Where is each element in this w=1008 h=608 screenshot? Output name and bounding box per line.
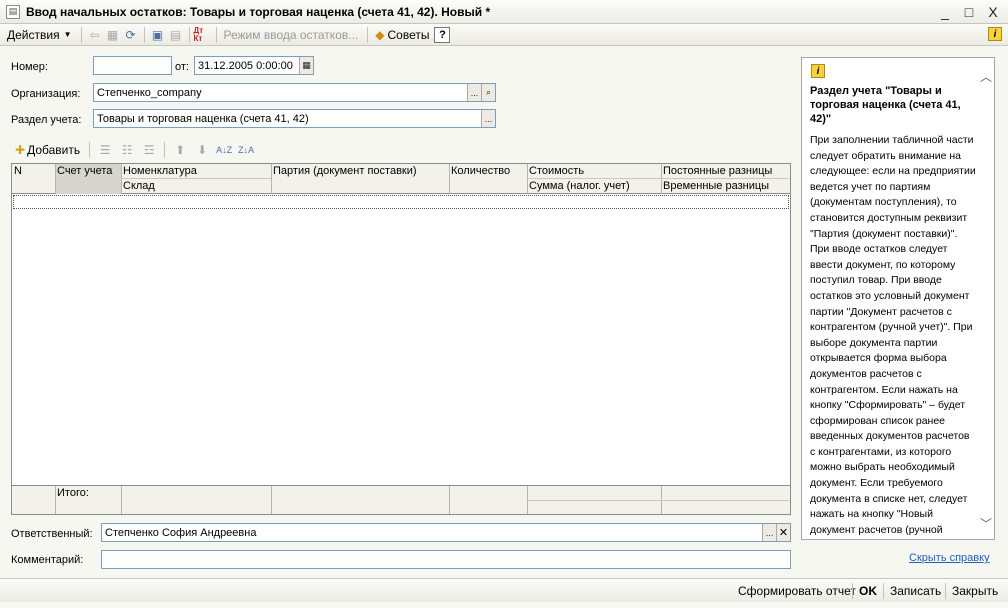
clear-icon[interactable]: ✕ [776, 524, 790, 541]
responsible-label: Ответственный: [11, 528, 93, 540]
column-divider [121, 486, 122, 514]
toolbar-separator [367, 26, 369, 43]
column-header-permanent-diff[interactable]: Постоянные разницы [661, 164, 790, 179]
advice-label: Советы [387, 27, 430, 42]
current-row-marker[interactable] [13, 195, 789, 209]
button-separator [945, 583, 946, 599]
toolbar-separator [89, 142, 91, 158]
title-bar: ▤ Ввод начальных остатков: Товары и торг… [0, 0, 1008, 24]
date-field[interactable]: 31.12.2005 0:00:00 ▦ [194, 56, 314, 75]
window-controls: _ □ X [936, 3, 1002, 21]
save-button[interactable]: Записать [890, 582, 941, 600]
toolbar-separator [188, 26, 190, 43]
column-header-temporary-diff[interactable]: Временные разницы [661, 179, 790, 194]
toolbar-separator [80, 26, 82, 43]
column-header-tax-sum[interactable]: Сумма (налог. учет) [527, 179, 661, 194]
column-header-account[interactable]: Счет учета [55, 164, 121, 179]
advice-button[interactable]: ◆ Советы [372, 26, 432, 44]
dt-kt-icon[interactable]: Дт Кт [194, 26, 212, 44]
delete-row-icon[interactable]: ☲ [138, 141, 160, 159]
search-icon[interactable]: ⌕ [481, 84, 495, 101]
comment-field[interactable] [101, 550, 791, 569]
help-scrollbar[interactable]: ︿ ﹀ [978, 58, 994, 539]
back-arrow-icon[interactable]: ⇦ [86, 26, 104, 44]
ok-button[interactable]: OK [859, 582, 877, 600]
toolbar-separator [143, 26, 145, 43]
column-header-n[interactable]: N [12, 164, 55, 179]
move-down-icon[interactable]: ⬇ [191, 141, 213, 159]
help-panel[interactable]: i Раздел учета "Товары и торговая наценк… [801, 57, 995, 540]
column-header-nomenclature[interactable]: Номенклатура [121, 164, 271, 179]
close-window-button[interactable]: X [984, 3, 1002, 21]
window-title: Ввод начальных остатков: Товары и торгов… [26, 4, 491, 19]
responsible-field[interactable]: Степченко София Андреевна ... ✕ [101, 523, 791, 542]
responsible-value: Степченко София Андреевна [105, 526, 257, 539]
button-separator [852, 583, 853, 599]
add-label: Добавить [27, 143, 81, 157]
help-info-icon: i [811, 64, 825, 78]
total-label: Итого: [57, 487, 89, 499]
section-label: Раздел учета: [11, 114, 82, 126]
help-body: При заполнении табличной части следует о… [810, 134, 976, 536]
section-field[interactable]: Товары и торговая наценка (счета 41, 42)… [93, 109, 496, 128]
generate-report-button[interactable]: Сформировать отчет [738, 582, 856, 600]
main-toolbar: Действия ▼ ⇦ ▦ ⟳ ▣ ▤ Дт Кт Режим ввода о… [0, 24, 1008, 46]
bottom-bar: Сформировать отчет OK Записать Закрыть [0, 578, 1008, 602]
organization-label: Организация: [11, 88, 81, 100]
column-header-cost[interactable]: Стоимость [527, 164, 661, 179]
date-value: 31.12.2005 0:00:00 [198, 59, 293, 72]
copy-row-icon[interactable]: ☰ [94, 141, 116, 159]
edit-row-icon[interactable]: ☷ [116, 141, 138, 159]
table-footer: Итого: [12, 485, 790, 514]
input-mode-button[interactable]: Режим ввода остатков... [221, 26, 362, 44]
structure-icon[interactable]: ▦ [104, 26, 122, 44]
add-row-button[interactable]: ✚ Добавить [12, 141, 83, 159]
column-header-quantity[interactable]: Количество [449, 164, 527, 179]
column-divider [271, 486, 272, 514]
footer-row-divider [527, 500, 789, 501]
organization-field[interactable]: Степченко_company ... ⌕ [93, 83, 496, 102]
close-button[interactable]: Закрыть [952, 582, 998, 600]
sort-ascending-icon[interactable]: A↓Z [213, 141, 235, 159]
unpost-document-icon[interactable]: ▤ [167, 26, 185, 44]
button-separator [883, 583, 884, 599]
help-title: Раздел учета "Товары и торговая наценка … [810, 85, 961, 125]
number-label: Номер: [11, 61, 48, 73]
section-select-button[interactable]: ... [481, 110, 495, 127]
document-icon: ▤ [6, 4, 20, 19]
move-up-icon[interactable]: ⬆ [169, 141, 191, 159]
responsible-select-button[interactable]: ... [762, 524, 776, 541]
dropdown-arrow-icon: ▼ [63, 30, 72, 39]
info-icon[interactable]: i [988, 27, 1002, 41]
actions-label: Действия [7, 27, 60, 42]
help-icon[interactable]: ? [434, 26, 451, 43]
toolbar-separator [164, 142, 166, 158]
organization-value: Степченко_company [97, 86, 202, 99]
column-divider [449, 486, 450, 514]
refresh-icon[interactable]: ⟳ [122, 26, 140, 44]
scroll-down-icon[interactable]: ﹀ [980, 515, 992, 532]
comment-label: Комментарий: [11, 554, 84, 566]
section-value: Товары и торговая наценка (счета 41, 42) [97, 112, 309, 125]
calendar-icon[interactable]: ▦ [299, 57, 313, 74]
column-header-warehouse[interactable]: Склад [121, 179, 271, 194]
column-header-batch[interactable]: Партия (документ поставки) [271, 164, 449, 179]
add-icon: ✚ [15, 143, 26, 157]
toolbar-separator [215, 26, 217, 43]
organization-select-button[interactable]: ... [467, 84, 481, 101]
actions-menu-button[interactable]: Действия ▼ [4, 26, 75, 44]
goods-table[interactable]: N Счет учета Номенклатура Склад Партия (… [11, 163, 791, 515]
number-field[interactable] [93, 56, 172, 75]
sort-descending-icon[interactable]: Z↓A [235, 141, 257, 159]
hide-help-link[interactable]: Скрыть справку [909, 552, 990, 564]
scroll-up-icon[interactable]: ︿ [980, 68, 992, 85]
table-toolbar: ✚ Добавить ☰ ☷ ☲ ⬆ ⬇ A↓Z Z↓A [12, 140, 257, 160]
post-document-icon[interactable]: ▣ [149, 26, 167, 44]
advice-icon: ◆ [375, 27, 385, 42]
minimize-button[interactable]: _ [936, 3, 954, 21]
maximize-button[interactable]: □ [960, 3, 978, 21]
date-label: от: [175, 61, 189, 73]
table-header: N Счет учета Номенклатура Склад Партия (… [12, 164, 790, 194]
